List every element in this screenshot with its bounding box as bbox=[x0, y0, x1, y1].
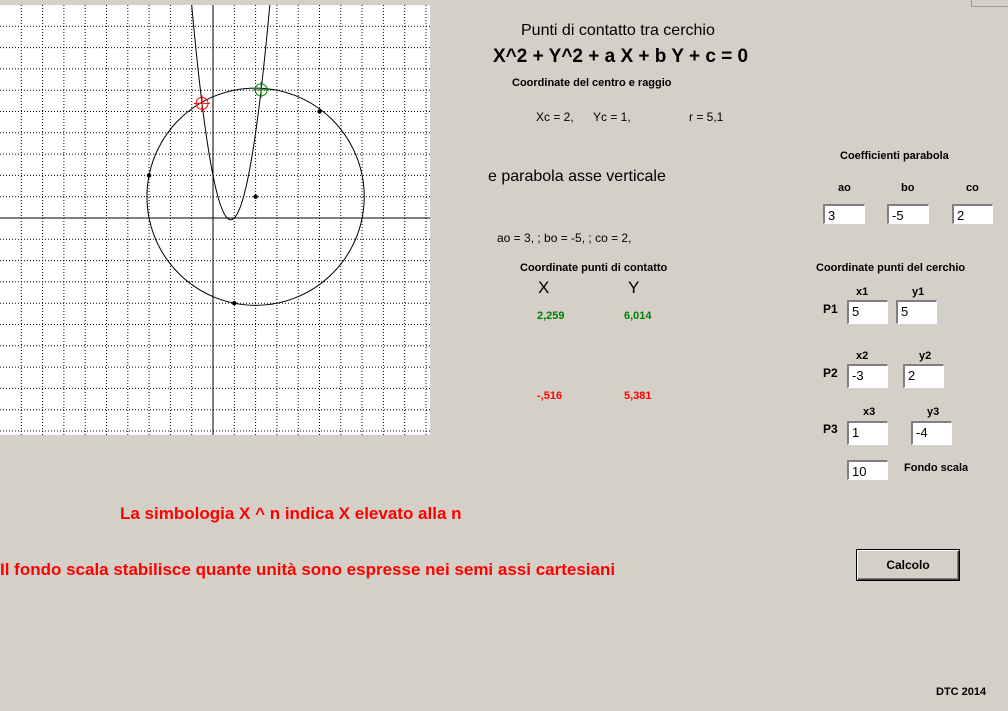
x3-input[interactable]: 1 bbox=[847, 421, 888, 445]
y2-label: y2 bbox=[919, 350, 932, 362]
scale-input[interactable]: 10 bbox=[847, 460, 888, 480]
center-xc: Xc = 2, bbox=[536, 110, 574, 124]
scale-note: Il fondo scala stabilisce quante unità s… bbox=[0, 560, 616, 579]
contact-point-1-x: 2,259 bbox=[537, 310, 565, 322]
circle-point-1 bbox=[317, 109, 322, 114]
p3-label: P3 bbox=[823, 422, 838, 436]
circle-point-3 bbox=[232, 301, 237, 306]
x1-label: x1 bbox=[856, 286, 869, 298]
y3-label: y3 bbox=[927, 406, 940, 418]
parabola-curve bbox=[191, 5, 271, 221]
y1-label: y1 bbox=[912, 286, 925, 298]
contact-point-2-x: -,516 bbox=[537, 390, 563, 402]
p1-label: P1 bbox=[823, 302, 838, 316]
contact-point-2-y: 5,381 bbox=[624, 390, 652, 402]
x2-label: x2 bbox=[856, 350, 869, 362]
y3-input[interactable]: -4 bbox=[911, 421, 952, 445]
circle-point-2 bbox=[146, 173, 152, 178]
coeff-panel-heading: Coefficienti parabola bbox=[840, 150, 949, 162]
cartesian-graph bbox=[0, 5, 430, 435]
ao-label: ao bbox=[838, 182, 851, 194]
co-input[interactable]: 2 bbox=[952, 204, 993, 224]
contact-point-1-y: 6,014 bbox=[624, 310, 652, 322]
circle-equation: X^2 + Y^2 + a X + b Y + c = 0 bbox=[493, 46, 749, 67]
center-yc: Yc = 1, bbox=[593, 110, 631, 124]
page-title: Punti di contatto tra cerchio bbox=[521, 22, 715, 39]
contact-y-header: Y bbox=[628, 278, 640, 297]
scale-label: Fondo scala bbox=[904, 462, 969, 474]
bo-label: bo bbox=[901, 182, 915, 194]
parabola-heading: e parabola asse verticale bbox=[488, 168, 666, 185]
y1-input[interactable]: 5 bbox=[896, 300, 937, 324]
calculate-button[interactable]: Calcolo bbox=[856, 549, 960, 581]
circle-center-point bbox=[253, 194, 258, 199]
center-heading: Coordinate del centro e raggio bbox=[512, 77, 672, 89]
x1-input[interactable]: 5 bbox=[847, 300, 888, 324]
bo-input[interactable]: -5 bbox=[887, 204, 929, 224]
symbol-note: La simbologia X ^ n indica X elevato all… bbox=[120, 504, 462, 523]
footer-credit: DTC 2014 bbox=[936, 686, 987, 698]
radius-value: r = 5,1 bbox=[689, 110, 724, 124]
y2-input[interactable]: 2 bbox=[903, 364, 944, 388]
contact-heading: Coordinate punti di contatto bbox=[520, 262, 668, 274]
graph-canvas bbox=[0, 5, 430, 435]
x3-label: x3 bbox=[863, 406, 876, 418]
circle-points-heading: Coordinate punti del cerchio bbox=[816, 262, 966, 274]
contact-x-header: X bbox=[538, 278, 550, 297]
window-close-strip bbox=[971, 0, 1008, 7]
x2-input[interactable]: -3 bbox=[847, 364, 888, 388]
co-label: co bbox=[966, 182, 979, 194]
ao-input[interactable]: 3 bbox=[823, 204, 865, 224]
coefficients-line: ao = 3, ; bo = -5, ; co = 2, bbox=[497, 231, 632, 245]
p2-label: P2 bbox=[823, 366, 838, 380]
